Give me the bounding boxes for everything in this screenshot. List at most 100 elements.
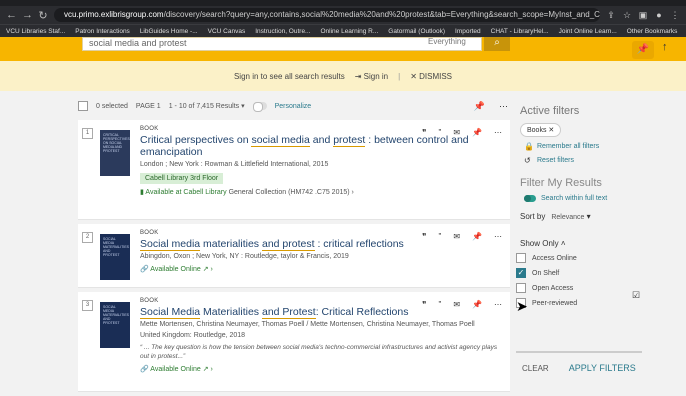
more-icon[interactable]: ⋯ [494,128,502,137]
bookmarks-bar: VCU Libraries Staf... Patron Interactions… [0,24,686,37]
publication-info: London ; New York : Rowman & Littlefield… [140,161,329,168]
email-icon[interactable]: ✉ [453,232,460,241]
result-title[interactable]: Critical perspectives on social media an… [140,134,504,158]
search-input[interactable]: social media and protest [82,37,482,51]
search-icon: ⌕ [494,37,500,48]
link-icon: 🔗 [140,266,149,273]
result-number: 2 [82,232,93,243]
primo-header: social media and protest Everything ⌕ 📌 … [0,37,686,61]
result-number: 3 [82,300,93,311]
email-icon[interactable]: ✉ [453,300,460,309]
filter-chip[interactable]: Books ✕ [520,123,562,137]
search-button[interactable]: ⌕ [484,37,510,51]
option-label: Peer-reviewed [532,299,578,307]
availability-link[interactable]: 🔗 Available Online ↗ › [140,365,504,373]
bookmark-item[interactable]: Instruction, Outre... [255,28,310,35]
result-card[interactable]: 2 SOCIAL MEDIA MATERIALITIES AND PROTEST… [78,224,510,288]
bookmark-item[interactable]: VCU Canvas [208,28,246,35]
bookmark-item[interactable]: CHAT - LibraryHel... [491,28,549,35]
citation-icon[interactable]: ❞ [422,300,426,309]
pin-icon[interactable]: 📌 [632,41,654,59]
result-number: 1 [82,128,93,139]
forward-icon[interactable]: → [22,9,33,21]
remember-filters[interactable]: 🔒 Remember all filters [524,142,656,151]
page-number: PAGE 1 [135,102,161,110]
reset-icon: ↺ [524,156,531,165]
results-range[interactable]: 1 - 10 of 7,415 Results ▾ [169,102,245,110]
result-card[interactable]: 3 SOCIAL MEDIA MATERIALITIES AND PROTEST… [78,292,510,392]
personalize-toggle[interactable] [252,102,267,112]
publication-info: Abingdon, Oxon ; New York, NY : Routledg… [140,253,349,260]
bookmark-item[interactable]: Joint Online Learn... [559,28,617,35]
url-field[interactable]: vcu.primo.exlibrisgroup.com/discovery/se… [54,8,600,22]
result-card[interactable]: 1 CRITICAL PERSPECTIVES ON SOCIAL MEDIA … [78,120,510,220]
more-icon[interactable]: ⋯ [494,300,502,309]
profile-icon[interactable]: ● [654,10,664,20]
book-cover-image[interactable]: SOCIAL MEDIA MATERIALITIES AND PROTEST [100,234,130,280]
filter-sidebar: Active filters Books ✕ 🔒 Remember all fil… [516,95,656,386]
arrow-up-icon[interactable]: ↑ [662,41,668,53]
back-icon[interactable]: ← [6,9,17,21]
menu-icon[interactable]: ⋮ [670,10,680,21]
book-cover-image[interactable]: CRITICAL PERSPECTIVES ON SOCIAL MEDIA AN… [100,130,130,176]
clear-button[interactable]: CLEAR [522,364,549,373]
more-icon[interactable]: ⋯ [494,232,502,241]
signin-link[interactable]: ⇥ Sign in [355,72,388,81]
star-icon[interactable]: ☆ [622,10,632,21]
sort-control[interactable]: Sort by Relevance ▾ [520,212,656,221]
bookmark-item[interactable]: Patron Interactions [75,28,130,35]
fulltext-toggle[interactable]: Search within full text [524,195,656,202]
bookmark-item[interactable]: VCU Libraries Staf... [6,28,65,35]
toggle-switch [524,195,536,202]
divider [516,351,642,353]
book-icon: ▮ [140,189,144,196]
close-icon: ✕ [410,71,417,81]
checkbox[interactable] [516,253,526,263]
bookmark-item[interactable]: Online Learning R... [320,28,378,35]
edit-icon[interactable]: ☑ [632,290,640,301]
bookmark-item[interactable]: Gatormail (Outlook) [388,28,445,35]
availability-link[interactable]: 🔗 Available Online ↗ › [140,265,504,273]
checkbox[interactable]: ✓ [516,268,526,278]
checkbox[interactable] [516,283,526,293]
pin-icon[interactable]: 📌 [472,128,482,137]
select-all-checkbox[interactable] [78,101,88,111]
show-only-heading[interactable]: Show Only ˄ [520,239,656,248]
results-list: 1 CRITICAL PERSPECTIVES ON SOCIAL MEDIA … [78,120,510,396]
bookmark-item[interactable]: Other Bookmarks [627,28,678,35]
more-actions-icon[interactable]: ⋯ [499,101,508,112]
bookmark-item[interactable]: Imported [455,28,481,35]
citation-icon[interactable]: ❞ [422,232,426,241]
pin-icon[interactable]: 📌 [472,300,482,309]
citation-icon[interactable]: ❞ [422,128,426,137]
location-tag: Cabell Library 3rd Floor [140,173,224,184]
signin-banner: Sign in to see all search results ⇥ Sign… [0,61,686,91]
show-only-option[interactable]: ✓ On Shelf [516,268,656,278]
extensions-icon[interactable]: ▣ [638,10,648,21]
chevron-up-icon: ˄ [560,239,566,248]
results-toolbar: 0 selected PAGE 1 1 - 10 of 7,415 Result… [78,98,508,114]
reset-filters[interactable]: ↺ Reset filters [524,156,656,165]
quote-icon[interactable]: " [438,300,441,309]
lock-icon: 🔒 [524,142,534,151]
share-icon[interactable]: ⇪ [606,10,616,21]
url-path: /discovery/search?query=any,contains,soc… [163,10,600,19]
reload-icon[interactable]: ↻ [38,9,48,22]
quote-icon[interactable]: " [438,128,441,137]
url-host: vcu.primo.exlibrisgroup.com [64,10,164,19]
apply-filters-button[interactable]: APPLY FILTERS [569,363,636,373]
result-actions: ❞ " ✉ 📌 ⋯ [422,232,502,241]
show-only-option[interactable]: Access Online [516,253,656,263]
chevron-down-icon: ▾ [241,103,245,110]
email-icon[interactable]: ✉ [453,128,460,137]
option-label: Open Access [532,284,574,292]
dismiss-button[interactable]: ✕ DISMISS [410,72,452,81]
pin-results-icon[interactable]: 📌 [474,101,485,112]
bookmark-item[interactable]: LibGuides Home -... [140,28,198,35]
pin-icon[interactable]: 📌 [472,232,482,241]
book-cover-image[interactable]: SOCIAL MEDIA MATERIALITIES AND PROTEST [100,302,130,348]
result-actions: ❞ " ✉ 📌 ⋯ [422,128,502,137]
search-scope-select[interactable]: Everything [428,37,466,46]
availability-link[interactable]: ▮ Available at Cabell Library General Co… [140,188,504,196]
quote-icon[interactable]: " [438,232,441,241]
